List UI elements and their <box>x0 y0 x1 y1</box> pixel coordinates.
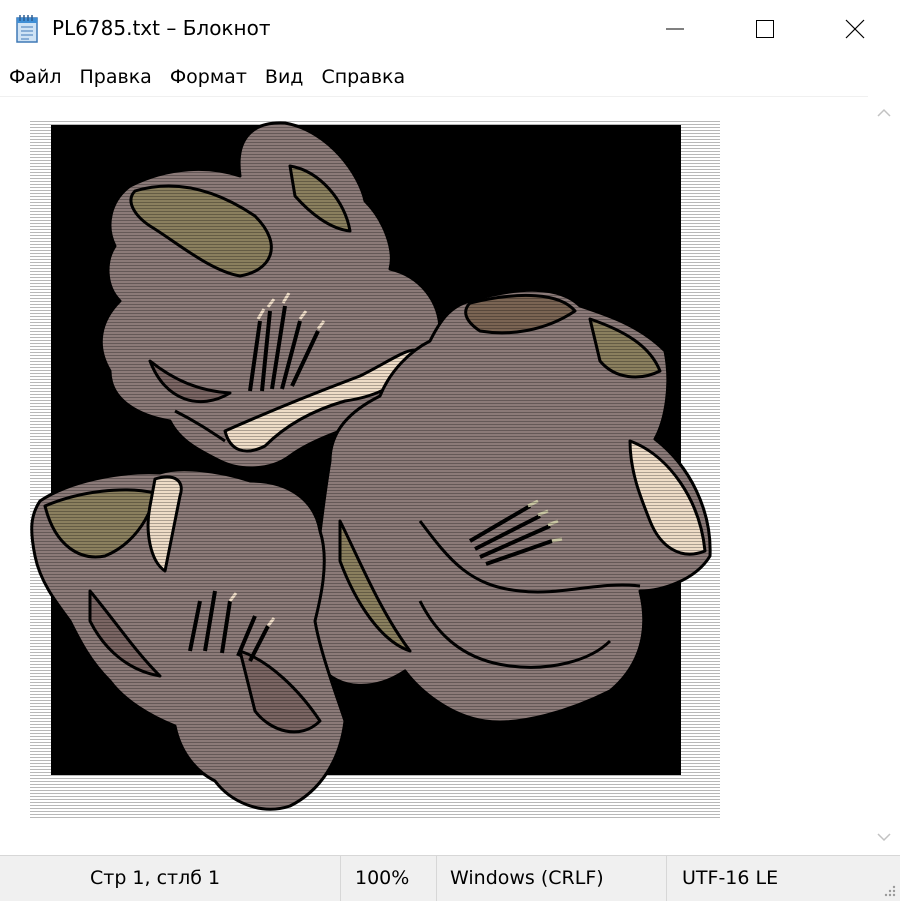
status-divider <box>340 856 341 901</box>
menu-view[interactable]: Вид <box>256 60 313 94</box>
maximize-button[interactable] <box>720 0 810 58</box>
chevron-down-icon <box>877 833 891 842</box>
menu-edit[interactable]: Правка <box>71 60 161 94</box>
scroll-down-button[interactable] <box>868 822 900 852</box>
status-encoding: UTF-16 LE <box>682 867 779 889</box>
text-editor[interactable] <box>0 96 868 855</box>
vertical-scrollbar[interactable] <box>868 96 900 854</box>
status-position: Стр 1, стлб 1 <box>90 867 221 889</box>
menu-bar: Файл Правка Формат Вид Справка <box>0 60 900 94</box>
notepad-icon <box>14 14 42 44</box>
window-title: PL6785.txt – Блокнот <box>52 16 271 40</box>
minimize-icon <box>666 28 684 30</box>
menu-format[interactable]: Формат <box>161 60 256 94</box>
scroll-up-button[interactable] <box>868 98 900 128</box>
status-divider <box>666 856 667 901</box>
status-zoom: 100% <box>355 867 410 889</box>
close-button[interactable] <box>810 0 900 58</box>
menu-help[interactable]: Справка <box>312 60 414 94</box>
resize-grip-icon[interactable] <box>882 883 896 897</box>
maximize-icon <box>756 20 774 38</box>
status-bar: Стр 1, стлб 1 100% Windows (CRLF) UTF-16… <box>0 855 900 901</box>
chevron-up-icon <box>877 108 891 117</box>
minimize-button[interactable] <box>630 0 720 58</box>
status-line-endings: Windows (CRLF) <box>450 867 604 889</box>
title-bar: PL6785.txt – Блокнот <box>0 0 900 58</box>
ascii-art-flowers <box>30 119 720 819</box>
menu-file[interactable]: Файл <box>0 60 71 94</box>
close-icon <box>845 19 865 39</box>
status-divider <box>436 856 437 901</box>
